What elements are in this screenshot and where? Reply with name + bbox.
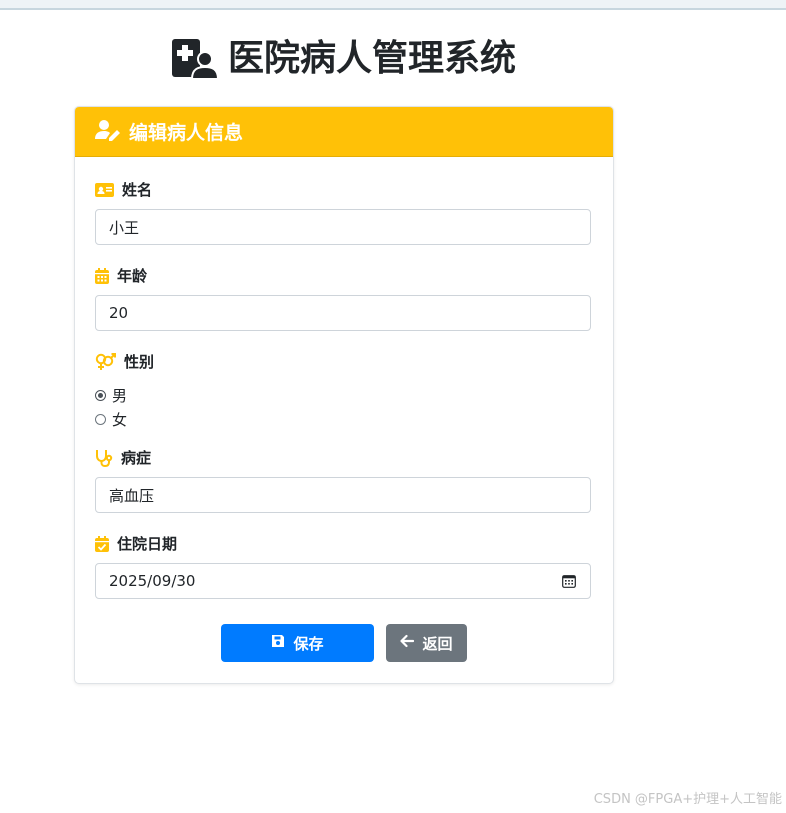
calendar-picker-icon[interactable] — [562, 574, 576, 592]
admission-date-label-text: 住院日期 — [117, 535, 178, 553]
gender-label-text: 性别 — [124, 353, 155, 371]
calendar-check-icon — [95, 535, 109, 552]
name-label: 姓名 — [95, 179, 152, 200]
venus-mars-icon — [95, 352, 116, 371]
radio-female[interactable] — [95, 414, 106, 425]
name-input[interactable]: 小王 — [95, 209, 591, 245]
radio-male-label: 男 — [112, 387, 128, 405]
admission-date-value: 2025/09/30 — [109, 572, 196, 590]
gender-option-female[interactable]: 女 — [95, 409, 127, 430]
admission-date-label: 住院日期 — [95, 533, 177, 554]
stethoscope-icon — [95, 449, 113, 467]
back-button[interactable]: 返回 — [386, 624, 467, 662]
admission-date-input[interactable]: 2025/09/30 — [95, 563, 591, 599]
radio-female-label: 女 — [112, 411, 128, 429]
browser-top-edge — [0, 0, 786, 10]
card-header: 编辑病人信息 — [75, 107, 613, 157]
name-input-value: 小王 — [109, 218, 140, 237]
gender-option-male[interactable]: 男 — [95, 385, 127, 406]
page-title: 医院病人管理系统 — [227, 38, 516, 79]
card-title: 编辑病人信息 — [129, 122, 244, 144]
hospital-user-icon — [170, 37, 219, 81]
page-header: 医院病人管理系统 — [0, 34, 686, 84]
id-card-icon — [95, 182, 114, 197]
calendar-icon — [95, 267, 109, 284]
save-icon — [271, 634, 285, 652]
disease-label: 病症 — [95, 447, 151, 468]
save-button-label: 保存 — [293, 634, 324, 653]
age-label-text: 年龄 — [117, 267, 148, 285]
name-label-text: 姓名 — [122, 181, 153, 199]
arrow-left-icon — [400, 634, 415, 652]
age-label: 年龄 — [95, 265, 147, 286]
age-input[interactable]: 20 — [95, 295, 591, 331]
watermark: CSDN @FPGA+护理+人工智能 — [593, 792, 782, 807]
user-edit-icon — [95, 119, 121, 145]
edit-patient-card: 编辑病人信息 姓名 小王 年龄 20 性别 男 女 病症 高血压 住院日期 20… — [74, 106, 614, 684]
disease-input-value: 高血压 — [109, 486, 155, 505]
disease-input[interactable]: 高血压 — [95, 477, 591, 513]
radio-male[interactable] — [95, 390, 106, 401]
age-input-value: 20 — [109, 304, 129, 322]
gender-label: 性别 — [95, 351, 154, 372]
back-button-label: 返回 — [422, 634, 453, 653]
disease-label-text: 病症 — [121, 449, 152, 467]
save-button[interactable]: 保存 — [221, 624, 374, 662]
